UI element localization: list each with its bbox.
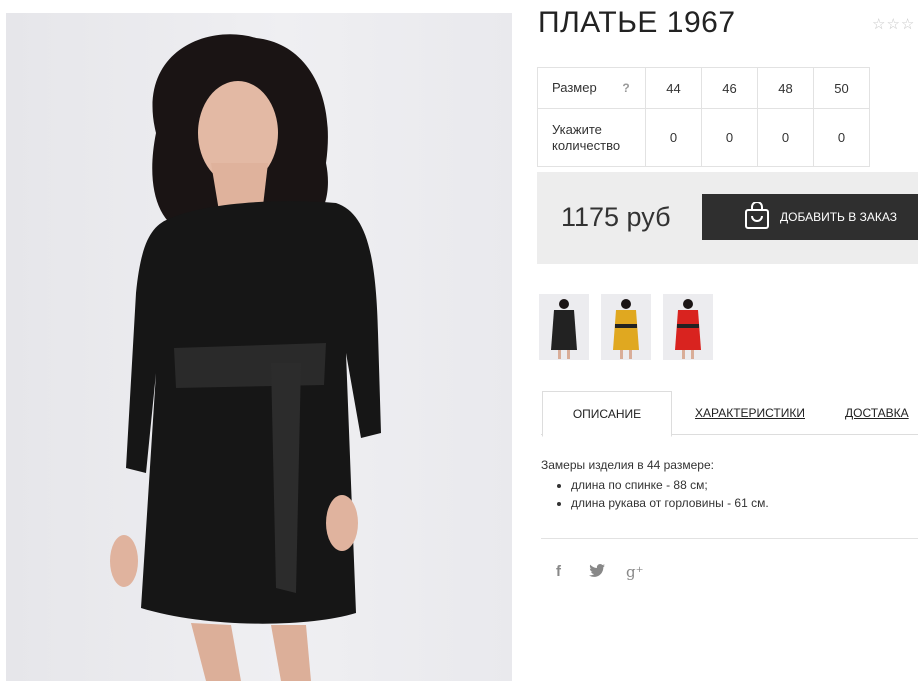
tab-characteristics-label: ХАРАКТЕРИСТИКИ: [694, 406, 805, 420]
google-plus-icon[interactable]: g⁺: [626, 563, 644, 581]
tab-delivery-label: ДОСТАВКА: [845, 406, 909, 420]
tab-description-label: ОПИСАНИЕ: [572, 407, 642, 421]
thumbnail-red[interactable]: [663, 294, 713, 360]
size-label-cell: Размер ?: [537, 67, 646, 109]
product-title: ПЛАТЬЕ 1967: [538, 6, 736, 39]
thumbnail-dress-black: [551, 310, 577, 350]
social-divider: [541, 538, 918, 539]
thumbnail-dress-red: [675, 310, 701, 350]
add-to-order-label: ДОБАВИТЬ В ЗАКАЗ: [780, 210, 897, 224]
facebook-icon[interactable]: f: [556, 563, 561, 580]
size-cell-50: 50: [813, 67, 870, 109]
tab-characteristics[interactable]: ХАРАКТЕРИСТИКИ: [682, 391, 818, 435]
description-item: длина рукава от горловины - 61 см.: [571, 494, 769, 512]
size-row: Размер ? 44 46 48 50: [537, 67, 870, 109]
product-main-photo[interactable]: [6, 13, 512, 681]
description-list: длина по спинке - 88 см; длина рукава от…: [541, 476, 769, 512]
price-panel: 1175 руб ДОБАВИТЬ В ЗАКАЗ: [537, 172, 918, 264]
twitter-icon[interactable]: 🐦: [589, 564, 605, 581]
tab-description[interactable]: ОПИСАНИЕ: [542, 391, 672, 437]
size-cell-48: 48: [757, 67, 814, 109]
quantity-input-48[interactable]: 0: [757, 108, 814, 167]
quantity-row: Укажите количество 0 0 0 0: [537, 108, 870, 167]
size-cell-44: 44: [645, 67, 702, 109]
thumbnail-yellow[interactable]: [601, 294, 651, 360]
quantity-input-44[interactable]: 0: [645, 108, 702, 167]
size-label: Размер: [552, 80, 597, 95]
thumbnail-black[interactable]: [539, 294, 589, 360]
size-cell-46: 46: [701, 67, 758, 109]
quantity-label: Укажите количество: [537, 108, 646, 167]
description-intro: Замеры изделия в 44 размере:: [541, 458, 714, 472]
product-price: 1175 руб: [561, 202, 671, 232]
shopping-bag-icon: [744, 200, 770, 233]
thumbnail-dress-yellow: [613, 310, 639, 350]
description-item: длина по спинке - 88 см;: [571, 476, 769, 494]
quantity-input-46[interactable]: 0: [701, 108, 758, 167]
rating-stars-icon[interactable]: ☆☆☆: [872, 15, 915, 33]
description-panel: Замеры изделия в 44 размере: длина по сп…: [541, 458, 769, 512]
tab-delivery[interactable]: ДОСТАВКА: [845, 391, 918, 435]
size-table: Размер ? 44 46 48 50 Укажите количество …: [537, 67, 870, 167]
size-help-icon[interactable]: ?: [622, 80, 629, 96]
add-to-order-button[interactable]: ДОБАВИТЬ В ЗАКАЗ: [702, 194, 918, 240]
quantity-input-50[interactable]: 0: [813, 108, 870, 167]
